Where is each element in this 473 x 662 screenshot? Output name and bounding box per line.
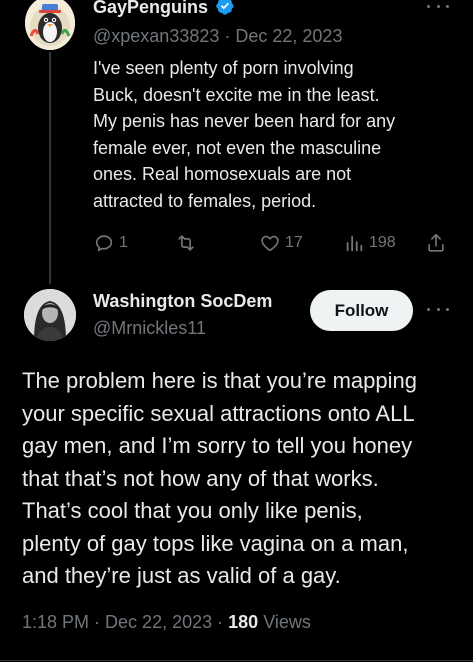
tweet-date[interactable]: Dec 22, 2023 bbox=[235, 26, 342, 46]
handle-and-date-tweet1: @xpexan33823 · Dec 22, 2023 bbox=[93, 26, 342, 47]
more-options-button-tweet2[interactable] bbox=[427, 304, 449, 314]
tweet-actions-bar: 1 17 198 bbox=[93, 230, 453, 256]
avatar-washington-socdem[interactable] bbox=[24, 289, 76, 341]
more-dot-icon bbox=[446, 307, 449, 311]
views-label: Views bbox=[263, 612, 311, 632]
reply-count: 1 bbox=[119, 234, 128, 251]
views-button[interactable]: 198 bbox=[343, 230, 396, 256]
tweet-body-text: The problem here is that you’re mapping … bbox=[22, 368, 417, 588]
more-dot-icon bbox=[427, 307, 430, 311]
tweet-body-text: I've seen plenty of porn involving Buck,… bbox=[93, 58, 396, 211]
author-name-text: GayPenguins bbox=[93, 0, 209, 17]
more-dot-icon bbox=[446, 4, 449, 8]
views-count: 198 bbox=[369, 234, 396, 251]
meta-separator: · bbox=[212, 612, 229, 632]
repost-button[interactable] bbox=[175, 230, 201, 256]
repost-icon bbox=[178, 235, 194, 251]
heart-icon bbox=[261, 235, 279, 252]
person-avatar-icon bbox=[24, 289, 76, 341]
share-button[interactable] bbox=[425, 230, 447, 256]
author-handle[interactable]: @xpexan33823 bbox=[93, 26, 219, 46]
author-name-tweet2[interactable]: Washington SocDem bbox=[93, 291, 272, 312]
views-icon bbox=[346, 235, 363, 252]
like-count: 17 bbox=[285, 234, 303, 251]
tweet-time[interactable]: 1:18 PM bbox=[22, 612, 89, 632]
more-dot-icon bbox=[427, 4, 430, 8]
views-count[interactable]: 180 bbox=[228, 612, 258, 632]
like-button[interactable]: 17 bbox=[259, 230, 303, 256]
more-dot-icon bbox=[436, 4, 440, 8]
tweet-date[interactable]: Dec 22, 2023 bbox=[105, 612, 212, 632]
reply-icon bbox=[95, 235, 113, 252]
bottom-divider bbox=[0, 660, 473, 661]
follow-button[interactable]: Follow bbox=[310, 290, 413, 331]
share-icon bbox=[428, 233, 444, 252]
reply-button[interactable]: 1 bbox=[93, 230, 128, 256]
meta-separator: · bbox=[219, 26, 236, 46]
more-dot-icon bbox=[436, 307, 440, 311]
more-options-button-tweet1[interactable] bbox=[427, 1, 449, 11]
author-handle-tweet2[interactable]: @Mrnickles11 bbox=[93, 318, 206, 339]
avatar-gaypenguins[interactable] bbox=[25, 0, 75, 50]
verified-badge-icon bbox=[216, 0, 234, 15]
meta-separator: · bbox=[89, 612, 106, 632]
tweet-meta-line: 1:18 PM · Dec 22, 2023 · 180 Views bbox=[22, 612, 311, 633]
penguin-avatar-icon bbox=[25, 0, 75, 50]
thread-connector-line bbox=[49, 52, 51, 284]
author-name-tweet1[interactable]: GayPenguins bbox=[93, 0, 235, 18]
